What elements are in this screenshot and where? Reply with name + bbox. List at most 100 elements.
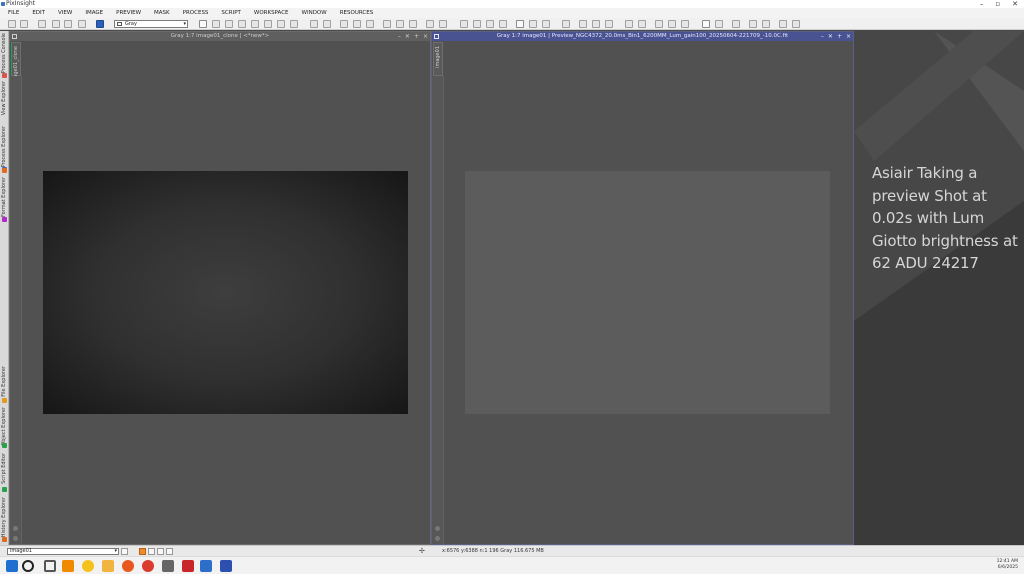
tile-icon[interactable] [579,20,587,28]
zoom-fit-icon[interactable] [212,20,220,28]
align-top-icon[interactable] [655,20,663,28]
window-title-bar[interactable]: Gray 1:7 image01 | Preview_NGC4372_20.0m… [432,32,853,41]
search-icon[interactable] [22,560,34,572]
mask-select-icon[interactable] [439,20,447,28]
zoom-fit-window-icon[interactable] [353,20,361,28]
stf-boost-icon[interactable] [499,20,507,28]
mask-enable-icon[interactable] [542,20,550,28]
window-menu-icon[interactable] [12,34,17,39]
console-toggle-icon[interactable] [749,20,757,28]
display-mode-icon[interactable] [148,548,155,555]
window-title-bar[interactable]: Gray 1:7 image01_clone | <*new*> – ✕ + × [10,32,430,41]
readout-mode-icon[interactable] [199,20,207,28]
save-icon[interactable] [64,20,72,28]
dock-tab-object-explorer[interactable]: Object Explorer [0,407,9,449]
stf-linked-icon[interactable] [473,20,481,28]
zoom-actual-icon[interactable] [366,20,374,28]
feather-icon[interactable] [162,560,174,572]
pointer-icon[interactable] [290,20,298,28]
preview-new-icon[interactable] [383,20,391,28]
filezilla-icon[interactable] [182,560,194,572]
channel-rgb-icon[interactable] [96,20,104,28]
workspace-icon[interactable] [715,20,723,28]
align-bottom-icon[interactable] [668,20,676,28]
dock-tab-process-console[interactable]: Process Console [0,33,9,78]
menu-view[interactable]: VIEW [58,10,72,16]
strip-button-icon[interactable] [435,536,440,541]
image-canvas[interactable] [465,171,830,414]
select-icon[interactable] [277,20,285,28]
shade-icon[interactable]: – [398,32,401,41]
menu-script[interactable]: SCRIPT [221,10,240,16]
image-canvas[interactable] [43,171,408,414]
minimize-all-icon[interactable] [681,20,689,28]
undo-all-icon[interactable] [38,20,46,28]
align-right-icon[interactable] [638,20,646,28]
window-menu-icon[interactable] [434,34,439,39]
fullscreen-icon[interactable] [702,20,710,28]
dock-tab-format-explorer[interactable]: Format Explorer [0,177,9,223]
start-icon[interactable] [6,560,18,572]
menu-image[interactable]: IMAGE [85,10,103,16]
open-icon[interactable] [52,20,60,28]
redo-icon[interactable] [20,20,28,28]
stf-reset-icon[interactable] [486,20,494,28]
display-mode-icon[interactable] [157,548,164,555]
sun-icon[interactable] [82,560,94,572]
display-mode-icon[interactable] [166,548,173,555]
vpn-icon[interactable] [220,560,232,572]
vlc-icon[interactable] [62,560,74,572]
cascade-icon[interactable] [592,20,600,28]
save-as-icon[interactable] [78,20,86,28]
dock-tab-view-explorer[interactable]: View Explorer [0,81,9,172]
menu-edit[interactable]: EDIT [32,10,45,16]
menu-process[interactable]: PROCESS [183,10,209,16]
crop-icon[interactable] [264,20,272,28]
minimize-icon[interactable]: – [980,0,984,8]
mask-show-icon[interactable] [516,20,524,28]
align-left-icon[interactable] [625,20,633,28]
explorer-icon[interactable] [732,20,740,28]
center-icon[interactable] [251,20,259,28]
menu-mask[interactable]: MASK [154,10,170,16]
maximize-icon[interactable]: ▫ [995,0,1000,8]
iconize-icon[interactable]: ✕ [828,32,833,41]
menu-resources[interactable]: RESOURCES [340,10,374,16]
dock-tab-process-explorer[interactable]: Process Explorer [0,126,9,174]
maximize-icon[interactable]: + [837,32,842,41]
view-selector[interactable]: image01 ▾ [7,548,119,555]
shade-icon[interactable]: – [821,32,824,41]
menu-window[interactable]: WINDOW [302,10,327,16]
preview-delete-icon[interactable] [409,20,417,28]
view-tab-image01[interactable]: image01 [433,42,443,76]
dock-tab-history-explorer[interactable]: History Explorer [0,497,9,543]
zoom-out-icon[interactable] [323,20,331,28]
task-view-icon[interactable] [44,560,56,572]
close-icon[interactable]: × [846,32,851,41]
preview-edit-icon[interactable] [396,20,404,28]
clock[interactable]: 12:41 AM 6/6/2025 [997,559,1018,571]
menu-preview[interactable]: PREVIEW [116,10,141,16]
zoom-in-icon[interactable] [310,20,318,28]
file-explorer-icon[interactable] [102,560,114,572]
strip-button-icon[interactable] [13,526,18,531]
view-options-icon[interactable] [121,548,128,555]
zoom-1-1-icon[interactable] [340,20,348,28]
pan-icon[interactable] [225,20,233,28]
chrome-icon[interactable] [142,560,154,572]
pixinsight-icon[interactable] [200,560,212,572]
dock-tab-script-editor[interactable]: Script Editor [0,453,9,493]
close-icon[interactable]: × [423,32,428,41]
settings-icon[interactable] [792,20,800,28]
mask-invert-icon[interactable] [529,20,537,28]
menu-file[interactable]: FILE [8,10,19,16]
undo-icon[interactable] [8,20,16,28]
firefox-icon[interactable] [122,560,134,572]
colorspace-combo[interactable]: Gray ▾ [114,20,188,28]
layout-icon[interactable] [562,20,570,28]
mask-new-icon[interactable] [426,20,434,28]
image-window-preview[interactable]: Gray 1:7 image01 | Preview_NGC4372_20.0m… [431,31,854,545]
arrange-icon[interactable] [605,20,613,28]
mask-color-icon[interactable] [139,548,146,555]
view-tab-image01-clone[interactable]: image01_clone [11,42,21,84]
